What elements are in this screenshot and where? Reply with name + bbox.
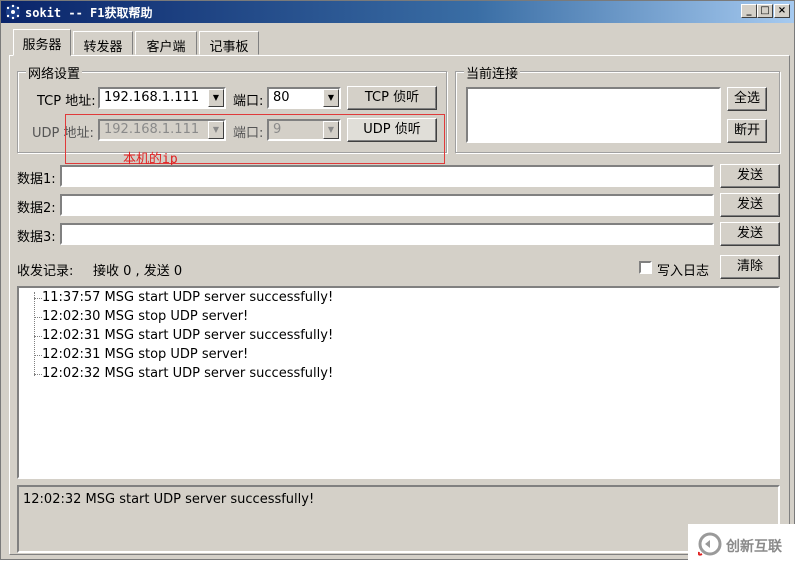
log-entry[interactable]: 12:02:31 MSG stop UDP server! [42,347,248,362]
send-data2-button[interactable]: 发送 [720,193,780,217]
tree-branch [34,374,42,375]
window-title: sokit -- F1获取帮助 [25,6,153,20]
chevron-down-icon[interactable]: ▼ [208,89,224,107]
watermark-logo-icon [698,532,722,556]
log-entry[interactable]: 12:02:31 MSG start UDP server successful… [42,328,333,343]
watermark: 创新互联 [688,524,795,569]
log-to-file-checkbox[interactable] [639,261,652,274]
tree-branch [34,317,42,318]
minimize-button[interactable]: _ [741,4,757,18]
tab-server[interactable]: 服务器 [13,29,71,56]
current-connections-title: 当前连接 [464,63,521,82]
send-data3-button[interactable]: 发送 [720,222,780,246]
tree-branch [34,336,42,337]
log-list[interactable]: 11:37:57 MSG start UDP server successful… [17,286,780,479]
tcp-port-combo[interactable]: 80 ▼ [267,87,341,109]
data3-label: 数据3: [17,230,56,245]
data3-input[interactable] [60,223,714,245]
tcp-address-label: TCP 地址: [37,94,96,109]
tree-branch [34,298,42,299]
status-text: 12:02:32 MSG start UDP server successful… [23,492,315,507]
tcp-port-value: 80 [273,90,290,105]
tab-notepad[interactable]: 记事板 [199,31,259,55]
tree-line [34,292,35,376]
main-window: sokit -- F1获取帮助 _ □ × 服务器 转发器 客户端 记事板 网络… [0,0,795,560]
records-stats: 接收 0 , 发送 0 [93,264,183,279]
tcp-port-label: 端口: [233,94,264,109]
tab-forwarder[interactable]: 转发器 [73,31,133,55]
log-entry[interactable]: 12:02:30 MSG stop UDP server! [42,309,248,324]
log-entry[interactable]: 11:37:57 MSG start UDP server successful… [42,290,333,305]
disconnect-button[interactable]: 断开 [727,119,767,143]
watermark-text: 创新互联 [726,539,782,555]
tab-client[interactable]: 客户端 [135,31,197,55]
close-button[interactable]: × [774,4,790,18]
tcp-address-value: 192.168.1.111 [104,90,200,105]
log-to-file-label: 写入日志 [657,264,710,279]
connections-list[interactable] [466,87,721,143]
maximize-button[interactable]: □ [757,4,773,18]
data2-label: 数据2: [17,201,56,216]
chevron-down-icon[interactable]: ▼ [323,89,339,107]
network-settings-title: 网络设置 [26,63,83,82]
status-box: 12:02:32 MSG start UDP server successful… [17,485,780,553]
log-entry[interactable]: 12:02:32 MSG start UDP server successful… [42,366,333,381]
data1-input[interactable] [60,165,714,187]
annotation-box [65,114,445,164]
records-label: 收发记录: [17,264,74,279]
sokit-app-icon [6,4,20,20]
tcp-listen-button[interactable]: TCP 侦听 [347,86,437,110]
send-data1-button[interactable]: 发送 [720,164,780,188]
clear-button[interactable]: 清除 [720,255,780,279]
tree-branch [34,355,42,356]
select-all-button[interactable]: 全选 [727,87,767,111]
data2-input[interactable] [60,194,714,216]
tcp-address-combo[interactable]: 192.168.1.111 ▼ [98,87,226,109]
data1-label: 数据1: [17,172,56,187]
title-bar[interactable]: sokit -- F1获取帮助 _ □ × [1,1,794,23]
